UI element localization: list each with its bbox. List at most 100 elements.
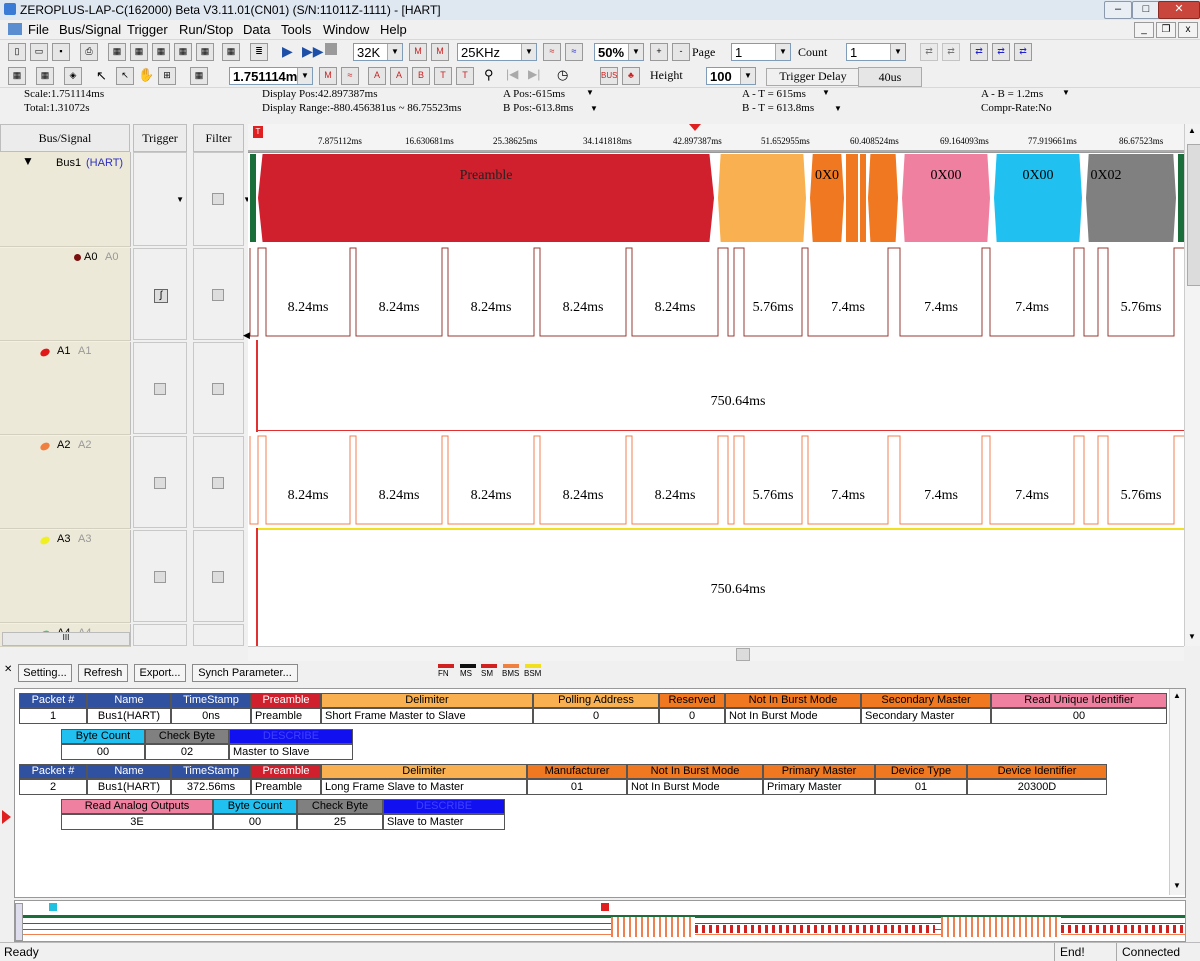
a0-trigger-cell[interactable]: ∫ xyxy=(133,248,187,340)
minimize-button[interactable]: – xyxy=(1104,1,1132,19)
grid2-icon[interactable]: ▦ xyxy=(130,43,148,61)
p1-value-packet[interactable]: 1 xyxy=(19,708,87,724)
bar2-icon[interactable]: A xyxy=(390,67,408,85)
trigger-delay-value[interactable]: 40us xyxy=(858,67,922,87)
a1-name-cell[interactable]: A1 A1 xyxy=(0,342,131,435)
memory-select[interactable]: 32K ▼ xyxy=(353,43,403,61)
maximize-button[interactable]: □ xyxy=(1132,1,1160,19)
overview-strip[interactable] xyxy=(14,900,1186,942)
a1-trigger-cell[interactable] xyxy=(133,342,187,434)
menu-help[interactable]: Help xyxy=(380,22,407,37)
scroll-down-icon[interactable]: ▼ xyxy=(1188,632,1196,641)
nav5-icon[interactable]: ⇄ xyxy=(1014,43,1032,61)
count-select[interactable]: 1 ▼ xyxy=(846,43,906,61)
hand-icon[interactable]: ✋ xyxy=(138,67,154,83)
refresh-button[interactable]: Refresh xyxy=(78,664,128,682)
zoom-in-icon[interactable]: + xyxy=(650,43,668,61)
stop-icon[interactable] xyxy=(325,43,337,55)
p2-value-name[interactable]: Bus1(HART) xyxy=(87,779,171,795)
a0-row[interactable]: A0 A0 ∫ xyxy=(0,248,248,341)
menu-window[interactable]: Window xyxy=(323,22,369,37)
packet-list[interactable]: Packet # Name TimeStamp Preamble Delimit… xyxy=(14,688,1186,898)
p2-value-master[interactable]: Primary Master xyxy=(763,779,875,795)
waveform-hscroll[interactable] xyxy=(248,646,1184,661)
a4-filter-cell[interactable] xyxy=(193,624,244,646)
p1-value-describe[interactable]: Master to Slave xyxy=(229,744,353,760)
a2-filter-cell[interactable] xyxy=(193,436,244,528)
a0-filter-cell[interactable] xyxy=(193,248,244,340)
setting-button[interactable]: Setting... xyxy=(18,664,72,682)
p2-value-checkbyte[interactable]: 25 xyxy=(297,814,383,830)
bar3-icon[interactable]: B xyxy=(412,67,430,85)
p2-value-preamble[interactable]: Preamble xyxy=(251,779,321,795)
grid3-icon[interactable]: ▦ xyxy=(152,43,170,61)
scale-select[interactable]: 1.751114m ▼ xyxy=(229,67,313,85)
waveform-area[interactable]: T 7.875112ms 16.630681ms 25.38625ms 34.1… xyxy=(248,124,1184,646)
a3-name-cell[interactable]: A3 A3 xyxy=(0,530,131,623)
p2-value-packet[interactable]: 2 xyxy=(19,779,87,795)
a1-filter-cell[interactable] xyxy=(193,342,244,434)
menu-data[interactable]: Data xyxy=(243,22,270,37)
nav4-icon[interactable]: ⇄ xyxy=(992,43,1010,61)
grid4-icon[interactable]: ▦ xyxy=(174,43,192,61)
time-ruler[interactable]: T 7.875112ms 16.630681ms 25.38625ms 34.1… xyxy=(248,124,1184,153)
a-t-dropdown-icon[interactable]: ▼ xyxy=(822,88,830,97)
bus-segment-b3[interactable] xyxy=(868,154,898,242)
a3-filter-cell[interactable] xyxy=(193,530,244,622)
mdi-minimize-button[interactable]: _ xyxy=(1134,22,1154,38)
p2-value-command[interactable]: 3E xyxy=(61,814,213,830)
b-t-dropdown-icon[interactable]: ▼ xyxy=(834,104,842,113)
tool3-icon[interactable]: ◈ xyxy=(64,67,82,85)
a2-row[interactable]: A2 A2 xyxy=(0,436,248,529)
nav1-icon[interactable]: ⇄ xyxy=(920,43,938,61)
memory-inc-icon[interactable]: M xyxy=(409,43,427,61)
a-b-dropdown-icon[interactable]: ▼ xyxy=(1062,88,1070,97)
export-button[interactable]: Export... xyxy=(134,664,186,682)
tool1-icon[interactable]: ▦ xyxy=(8,67,26,85)
b-marker-icon[interactable] xyxy=(49,903,57,911)
freq-inc-icon[interactable]: ≈ xyxy=(543,43,561,61)
a2-name-cell[interactable]: A2 A2 xyxy=(0,436,131,529)
synch-parameter-button[interactable]: Synch Parameter... xyxy=(192,664,298,682)
scroll-up-icon[interactable]: ▲ xyxy=(1188,126,1196,135)
a3-trigger-cell[interactable] xyxy=(133,530,187,622)
frequency-select[interactable]: 25KHz ▼ xyxy=(457,43,537,61)
overview-left-handle[interactable] xyxy=(15,903,23,941)
grid6-icon[interactable]: ▦ xyxy=(222,43,240,61)
scale-icon[interactable]: ▦ xyxy=(190,67,208,85)
collapse-icon[interactable]: ▼ xyxy=(22,154,34,168)
menu-bus-signal[interactable]: Bus/Signal xyxy=(59,22,121,37)
search-next-icon[interactable]: ▶| xyxy=(528,67,540,81)
zoom-out-icon[interactable]: - xyxy=(672,43,690,61)
a4-trigger-cell[interactable] xyxy=(133,624,187,646)
bus1-filter-cell[interactable]: ▼ xyxy=(193,152,251,246)
mdi-close-button[interactable]: x xyxy=(1178,22,1198,38)
p2-value-delimiter[interactable]: Long Frame Slave to Master xyxy=(321,779,527,795)
pointer-icon[interactable]: ↖ xyxy=(96,68,107,84)
save-icon[interactable]: ▪ xyxy=(52,43,70,61)
p2-value-devicetype[interactable]: 01 xyxy=(875,779,967,795)
p1-value-polling[interactable]: 0 xyxy=(533,708,659,724)
p2-value-timestamp[interactable]: 372.56ms xyxy=(171,779,251,795)
scroll-up-icon[interactable]: ▲ xyxy=(1173,691,1181,700)
p2-value-burst[interactable]: Not In Burst Mode xyxy=(627,779,763,795)
p2-value-bytecount[interactable]: 00 xyxy=(213,814,297,830)
p1-value-preamble[interactable]: Preamble xyxy=(251,708,321,724)
close-button[interactable]: ✕ xyxy=(1158,1,1200,19)
panel-close-icon[interactable]: ✕ xyxy=(4,664,12,675)
run-icon[interactable]: ▶ xyxy=(282,43,293,60)
t-marker-icon[interactable] xyxy=(601,903,609,911)
p1-value-timestamp[interactable]: 0ns xyxy=(171,708,251,724)
b-pos-dropdown-icon[interactable]: ▼ xyxy=(590,104,598,113)
freq-dec-icon[interactable]: ≈ xyxy=(565,43,583,61)
bus-segment-delimiter[interactable] xyxy=(718,154,806,242)
menu-tools[interactable]: Tools xyxy=(281,22,311,37)
scale-dec-icon[interactable]: ≈ xyxy=(341,67,359,85)
list-icon[interactable]: ≣ xyxy=(250,43,268,61)
bus-icon[interactable]: BUS xyxy=(600,67,618,85)
bus-signal-header[interactable]: Bus/Signal xyxy=(0,124,130,152)
grid5-icon[interactable]: ▦ xyxy=(196,43,214,61)
signal-hscroll[interactable]: III xyxy=(2,632,130,646)
p1-value-reserved[interactable]: 0 xyxy=(659,708,725,724)
hscroll-thumb[interactable] xyxy=(736,648,750,661)
